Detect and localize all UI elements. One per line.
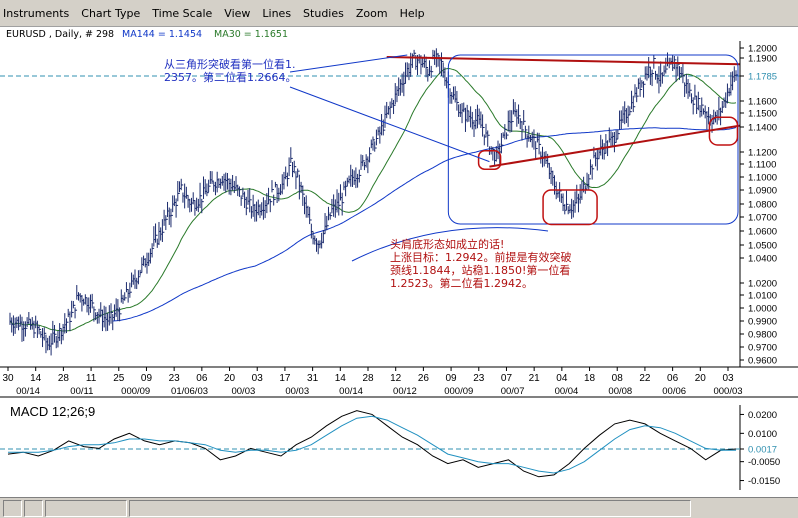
x-day-label: 25 (113, 373, 125, 384)
triangle-breakout-note: 从三角形突破看第一位看1. 2357。第二位看1.2664。 (164, 58, 297, 84)
macd-tick-label: 0.0017 (748, 445, 777, 456)
status-cell-3 (45, 499, 127, 517)
x-month-label: 000/09 (121, 386, 150, 397)
menu-chart-type[interactable]: Chart Type (75, 7, 146, 20)
x-month-label: 01/06/03 (171, 386, 208, 397)
x-day-label: 03 (252, 373, 264, 384)
y-tick-label: 1.1400 (748, 123, 777, 134)
x-day-label: 09 (446, 373, 458, 384)
x-day-label: 17 (279, 373, 291, 384)
x-day-label: 23 (473, 373, 485, 384)
chart-header-symbol: EURUSD , Daily, # 298 (6, 29, 114, 40)
menu-lines[interactable]: Lines (256, 7, 297, 20)
y-tick-label: 1.0200 (748, 279, 777, 290)
status-cell-4 (129, 499, 691, 517)
y-tick-label: 1.1600 (748, 97, 777, 108)
x-day-label: 20 (695, 373, 707, 384)
macd-title: MACD 12;26;9 (10, 404, 95, 419)
head-shoulders-note: 头肩底形态如成立的话! 上涨目标：1.2942。前提是有效突破 颈线1.1844… (390, 238, 572, 290)
x-day-label: 28 (58, 373, 70, 384)
y-tick-label: 1.0600 (748, 227, 777, 238)
menu-view[interactable]: View (218, 7, 256, 20)
status-bar (0, 497, 798, 518)
y-tick-label: 1.1500 (748, 109, 777, 120)
x-month-label: 00/07 (501, 386, 525, 397)
y-tick-label: 1.0800 (748, 200, 777, 211)
y-tick-label: 0.9800 (748, 330, 777, 341)
status-cell-1[interactable] (3, 499, 22, 517)
y-tick-label: 1.0100 (748, 291, 777, 302)
y-tick-label: 1.1100 (748, 160, 776, 171)
chart-area[interactable]: 1.2000 1.1900 1.1785 1.1600 1.1500 1.1400 1.12… (0, 27, 798, 497)
y-tick-label: 1.1000 (748, 173, 777, 184)
x-day-label: 08 (612, 373, 624, 384)
x-day-label: 23 (169, 373, 181, 384)
x-day-label: 30 (2, 373, 14, 384)
x-day-label: 20 (224, 373, 236, 384)
menu-bar: Instruments Chart Type Time Scale View L… (0, 0, 798, 27)
x-month-label: 00/14 (16, 386, 40, 397)
pattern-box (447, 54, 739, 225)
y-tick-label: 1.0500 (748, 241, 777, 252)
x-day-label: 06 (196, 373, 208, 384)
chart-header-ma144: MA144 = 1.1454 (122, 29, 202, 40)
x-month-label: 00/03 (231, 386, 255, 397)
x-month-label: 00/11 (70, 386, 93, 397)
status-cell-2[interactable] (24, 499, 43, 517)
x-day-label: 12 (390, 373, 402, 384)
menu-studies[interactable]: Studies (297, 7, 350, 20)
macd-tick-label: -0.0050 (748, 457, 780, 468)
x-day-label: 04 (556, 373, 568, 384)
y-tick-label: 1.1200 (748, 148, 777, 159)
y-tick-label: 1.0700 (748, 213, 777, 224)
x-month-label: 00/06 (662, 386, 686, 397)
x-day-label: 18 (584, 373, 596, 384)
macd-tick-label: 0.0200 (748, 410, 777, 421)
x-day-label: 31 (307, 373, 319, 384)
ma30-line (9, 67, 737, 332)
x-day-label: 06 (667, 373, 679, 384)
note-pointer-line (289, 86, 490, 163)
menu-instruments[interactable]: Instruments (0, 7, 75, 20)
x-day-label: 07 (501, 373, 513, 384)
y-tick-label: 0.9700 (748, 343, 777, 354)
menu-help[interactable]: Help (394, 7, 431, 20)
x-month-label: 00/14 (339, 386, 363, 397)
x-month-label: 000/09 (444, 386, 473, 397)
x-month-label: 00/03 (285, 386, 309, 397)
x-day-label: 28 (362, 373, 374, 384)
macd-tick-label: -0.0150 (748, 476, 780, 487)
x-day-label: 03 (722, 373, 734, 384)
menu-zoom[interactable]: Zoom (350, 7, 394, 20)
y-tick-label: 1.0900 (748, 186, 777, 197)
x-day-label: 22 (639, 373, 651, 384)
y-tick-label: 1.1900 (748, 54, 777, 65)
x-day-label: 14 (30, 373, 42, 384)
x-month-label: 00/12 (393, 386, 417, 397)
y-tick-label: 1.0000 (748, 304, 777, 315)
x-day-label: 09 (141, 373, 153, 384)
y-tick-label: 0.9900 (748, 317, 777, 328)
menu-time-scale[interactable]: Time Scale (146, 7, 218, 20)
x-day-label: 11 (86, 373, 97, 384)
y-tick-label: 1.0400 (748, 254, 777, 265)
x-day-label: 26 (418, 373, 430, 384)
chart-header-ma30: MA30 = 1.1651 (214, 29, 288, 40)
x-month-label: 000/03 (713, 386, 742, 397)
x-month-label: 00/08 (608, 386, 632, 397)
x-month-label: 00/04 (555, 386, 579, 397)
note-pointer-line (289, 54, 408, 73)
x-day-label: 21 (529, 373, 541, 384)
x-day-label: 14 (335, 373, 347, 384)
macd-signal-line (8, 415, 736, 474)
macd-line (7, 410, 737, 478)
y-tick-label: 1.1785 (748, 72, 777, 83)
y-tick-label: 0.9600 (748, 356, 777, 367)
macd-tick-label: 0.0100 (748, 429, 777, 440)
